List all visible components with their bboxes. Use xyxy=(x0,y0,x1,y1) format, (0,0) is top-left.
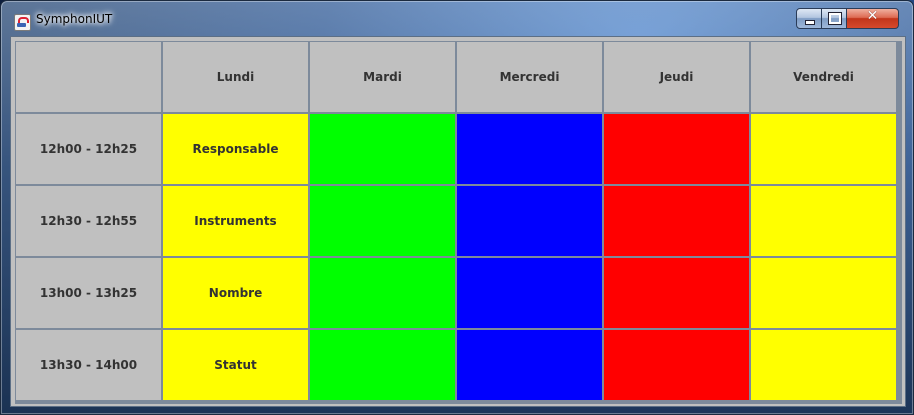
cell-mardi[interactable] xyxy=(310,258,457,330)
minimize-icon xyxy=(805,20,815,25)
row-header-time[interactable]: 12h30 - 12h55 xyxy=(16,186,163,258)
app-window: SymphonIUT ✕ Lundi Mardi Mercredi Jeudi … xyxy=(0,0,914,415)
row-header-time[interactable]: 13h00 - 13h25 xyxy=(16,258,163,330)
column-header-mardi[interactable]: Mardi xyxy=(310,42,457,114)
cell-lundi[interactable]: Responsable xyxy=(163,114,310,186)
corner-cell xyxy=(16,42,163,114)
cell-lundi[interactable]: Instruments xyxy=(163,186,310,258)
cell-jeudi[interactable] xyxy=(604,114,751,186)
cell-vendredi[interactable] xyxy=(751,330,898,402)
caption-buttons: ✕ xyxy=(796,8,899,29)
cell-jeudi[interactable] xyxy=(604,186,751,258)
close-icon: ✕ xyxy=(866,8,879,24)
minimize-button[interactable] xyxy=(796,8,822,29)
cell-jeudi[interactable] xyxy=(604,258,751,330)
window-title: SymphonIUT xyxy=(36,12,113,26)
maximize-button[interactable] xyxy=(822,8,847,29)
cell-mardi[interactable] xyxy=(310,330,457,402)
schedule-panel: Lundi Mardi Mercredi Jeudi Vendredi 12h0… xyxy=(10,36,906,407)
cell-mercredi[interactable] xyxy=(457,186,604,258)
row-header-time[interactable]: 13h30 - 14h00 xyxy=(16,330,163,402)
title-bar[interactable]: SymphonIUT ✕ xyxy=(1,1,913,31)
close-button[interactable]: ✕ xyxy=(847,8,899,29)
row-header-time[interactable]: 12h00 - 12h25 xyxy=(16,114,163,186)
cell-jeudi[interactable] xyxy=(604,330,751,402)
cell-mercredi[interactable] xyxy=(457,330,604,402)
cell-mardi[interactable] xyxy=(310,114,457,186)
column-header-mercredi[interactable]: Mercredi xyxy=(457,42,604,114)
cell-vendredi[interactable] xyxy=(751,186,898,258)
cell-mercredi[interactable] xyxy=(457,114,604,186)
maximize-icon xyxy=(829,13,841,24)
column-header-lundi[interactable]: Lundi xyxy=(163,42,310,114)
cell-mercredi[interactable] xyxy=(457,258,604,330)
column-header-vendredi[interactable]: Vendredi xyxy=(751,42,898,114)
cell-lundi[interactable]: Nombre xyxy=(163,258,310,330)
cell-vendredi[interactable] xyxy=(751,114,898,186)
column-header-jeudi[interactable]: Jeudi xyxy=(604,42,751,114)
schedule-table: Lundi Mardi Mercredi Jeudi Vendredi 12h0… xyxy=(15,41,902,404)
cell-lundi[interactable]: Statut xyxy=(163,330,310,402)
cell-mardi[interactable] xyxy=(310,186,457,258)
cell-vendredi[interactable] xyxy=(751,258,898,330)
java-coffee-cup-icon[interactable] xyxy=(14,14,31,31)
